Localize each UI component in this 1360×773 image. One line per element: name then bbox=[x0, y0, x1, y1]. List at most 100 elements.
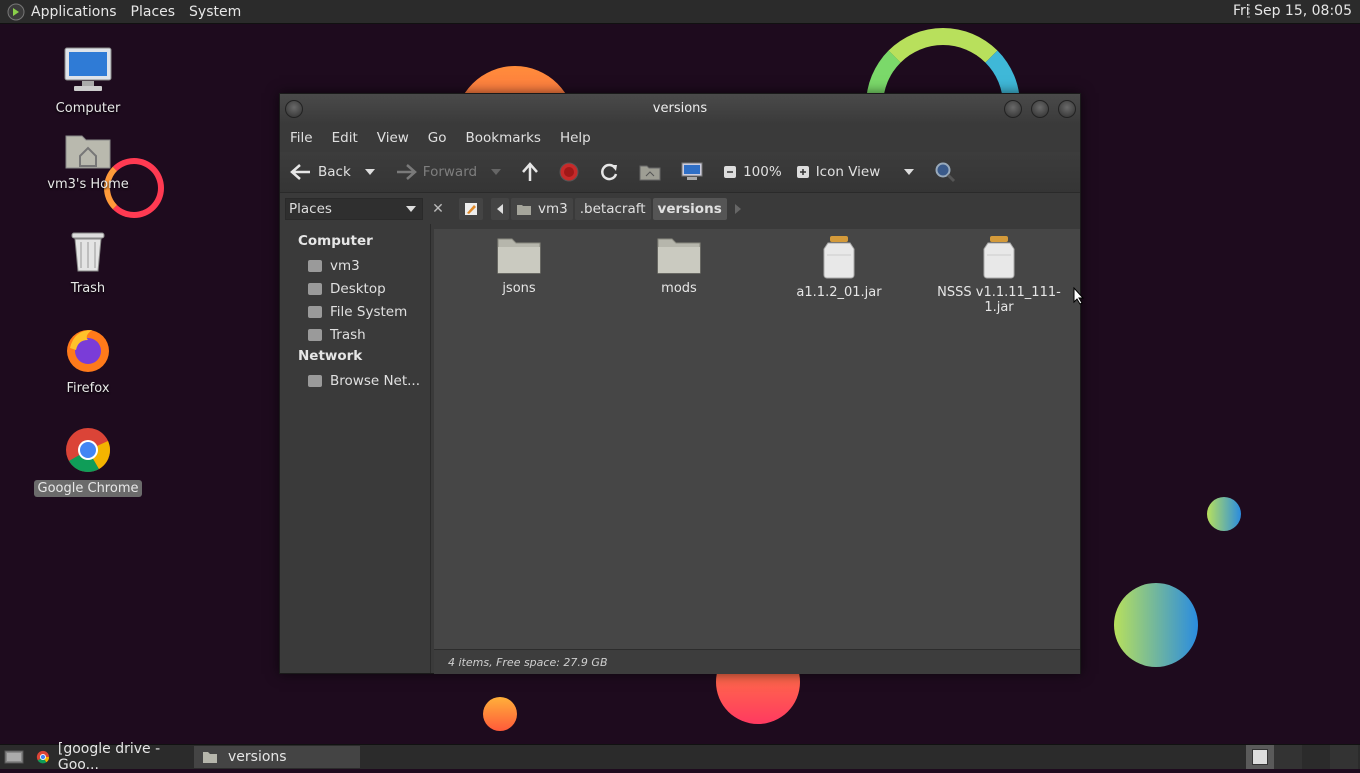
taskbar-item-versions[interactable]: versions bbox=[194, 746, 360, 768]
menu-bookmarks[interactable]: Bookmarks bbox=[466, 130, 541, 146]
file-name: NSSS v1.1.11_111-1.jar bbox=[937, 285, 1061, 315]
workspace-1[interactable] bbox=[1246, 745, 1274, 769]
window-titlebar[interactable]: versions bbox=[280, 94, 1080, 124]
desktop-icon-chrome[interactable]: Google Chrome bbox=[28, 426, 148, 497]
sidebar-item-desktop[interactable]: Desktop bbox=[280, 276, 430, 299]
stop-icon bbox=[559, 162, 579, 182]
decor-large-circle bbox=[1114, 583, 1198, 667]
app-menu-logo-icon[interactable] bbox=[7, 3, 25, 21]
computer-icon bbox=[64, 47, 112, 91]
drive-icon bbox=[308, 306, 322, 318]
close-sidebar-button[interactable]: ✕ bbox=[429, 201, 447, 217]
desktop-icon-label: Firefox bbox=[66, 381, 110, 396]
file-item-jsons[interactable]: jsons bbox=[444, 235, 594, 296]
places-menu[interactable]: Places bbox=[131, 4, 176, 20]
file-manager-window: versions File Edit View Go Bookmarks Hel… bbox=[279, 93, 1081, 674]
up-button[interactable] bbox=[521, 162, 545, 182]
sidebar-item-file-system[interactable]: File System bbox=[280, 299, 430, 322]
chrome-icon bbox=[66, 428, 110, 472]
back-history-dropdown[interactable] bbox=[364, 168, 381, 176]
desktop-icon-computer[interactable]: Computer bbox=[28, 46, 148, 117]
desktop-icon-home[interactable]: vm3's Home bbox=[28, 130, 148, 193]
home-folder-icon bbox=[308, 260, 322, 272]
search-button[interactable] bbox=[934, 161, 962, 183]
network-icon bbox=[308, 375, 322, 387]
jar-file-icon bbox=[983, 236, 1015, 279]
breadcrumb-vm3[interactable]: vm3 bbox=[511, 198, 573, 220]
file-item-a1-jar[interactable]: a1.1.2_01.jar bbox=[764, 235, 914, 300]
taskbar-item-chrome[interactable]: [google drive - Goo... bbox=[28, 741, 194, 773]
taskbar-item-label: [google drive - Goo... bbox=[57, 741, 161, 773]
sidebar-item-trash[interactable]: Trash bbox=[280, 322, 430, 345]
chevron-down-icon bbox=[364, 169, 375, 175]
close-button[interactable] bbox=[1058, 100, 1076, 118]
breadcrumb-betacraft[interactable]: .betacraft bbox=[574, 198, 651, 220]
sidebar-selector[interactable]: Places bbox=[285, 198, 423, 220]
system-menu[interactable]: System bbox=[189, 4, 241, 20]
chevron-right-icon bbox=[734, 204, 741, 214]
home-folder-icon bbox=[639, 165, 661, 181]
desktop-icon-label: Google Chrome bbox=[33, 480, 143, 497]
file-icon-view[interactable]: jsons mods a1.1.2_01.jar NSSS v1.1.11_11… bbox=[434, 229, 1080, 649]
show-desktop-button[interactable] bbox=[0, 746, 28, 768]
workspace-3[interactable] bbox=[1302, 745, 1330, 769]
view-mode-dropdown[interactable] bbox=[904, 168, 920, 176]
home-folder-icon bbox=[65, 135, 111, 169]
home-folder-icon bbox=[517, 204, 531, 215]
menu-go[interactable]: Go bbox=[428, 130, 447, 146]
desktop-icon-trash[interactable]: Trash bbox=[28, 230, 148, 297]
minimize-button[interactable] bbox=[1004, 100, 1022, 118]
back-button[interactable]: Back bbox=[290, 163, 351, 181]
back-arrow-icon bbox=[290, 164, 310, 180]
taskbar-item-label: versions bbox=[228, 749, 287, 765]
pencil-icon bbox=[465, 203, 477, 215]
folder-icon bbox=[657, 238, 701, 274]
maximize-button[interactable] bbox=[1031, 100, 1049, 118]
menu-file[interactable]: File bbox=[290, 130, 313, 146]
sidebar-item-label: Browse Net... bbox=[330, 373, 421, 389]
home-button[interactable] bbox=[639, 163, 667, 181]
sidebar-item-label: vm3 bbox=[330, 258, 360, 274]
workspace-4[interactable] bbox=[1330, 745, 1358, 769]
workspace-2[interactable] bbox=[1274, 745, 1302, 769]
applications-menu[interactable]: Applications bbox=[31, 4, 117, 20]
forward-button[interactable]: Forward bbox=[395, 163, 477, 181]
firefox-icon bbox=[67, 330, 109, 372]
computer-button[interactable] bbox=[681, 162, 709, 182]
toggle-location-entry-button[interactable] bbox=[459, 198, 483, 220]
forward-arrow-icon bbox=[396, 164, 417, 180]
desktop-folder-icon bbox=[308, 283, 322, 295]
forward-history-dropdown[interactable] bbox=[491, 168, 507, 176]
view-mode-label: Icon View bbox=[815, 164, 881, 180]
desktop-icon-label: Trash bbox=[70, 281, 106, 296]
zoom-in-button[interactable]: Icon View bbox=[796, 164, 881, 180]
breadcrumb-versions[interactable]: versions bbox=[652, 198, 727, 220]
forward-label: Forward bbox=[422, 164, 478, 180]
reload-icon bbox=[601, 163, 618, 181]
clock[interactable]: Fri Sep 15, 08:05 bbox=[1233, 3, 1352, 19]
file-name: mods bbox=[661, 281, 697, 296]
sidebar-selector-label: Places bbox=[289, 201, 332, 217]
chrome-icon bbox=[36, 750, 50, 764]
breadcrumb-scroll-left[interactable] bbox=[491, 198, 509, 220]
mouse-cursor-icon bbox=[1073, 287, 1085, 305]
file-item-nsss-jar[interactable]: NSSS v1.1.11_111-1.jar bbox=[924, 235, 1074, 315]
desktop-icon-firefox[interactable]: Firefox bbox=[28, 326, 148, 397]
reload-button[interactable] bbox=[599, 162, 625, 182]
stop-button[interactable] bbox=[559, 162, 585, 182]
breadcrumb-scroll-right[interactable] bbox=[729, 198, 747, 220]
menu-view[interactable]: View bbox=[377, 130, 409, 146]
zoom-out-button[interactable]: 100% bbox=[723, 164, 782, 180]
chevron-down-icon bbox=[904, 169, 915, 175]
show-desktop-icon bbox=[4, 750, 24, 764]
top-panel: Applications Places System Fri Sep 15, 0… bbox=[0, 0, 1360, 24]
sidebar-item-vm3[interactable]: vm3 bbox=[280, 253, 430, 276]
chevron-left-icon bbox=[497, 204, 503, 214]
sidebar-item-label: Desktop bbox=[330, 281, 386, 297]
sidebar-item-browse-network[interactable]: Browse Net... bbox=[280, 368, 430, 391]
file-item-mods[interactable]: mods bbox=[604, 235, 754, 296]
zoom-in-icon bbox=[796, 166, 809, 178]
decor-tiny-circle bbox=[483, 697, 517, 731]
menu-edit[interactable]: Edit bbox=[332, 130, 358, 146]
menu-help[interactable]: Help bbox=[560, 130, 591, 146]
